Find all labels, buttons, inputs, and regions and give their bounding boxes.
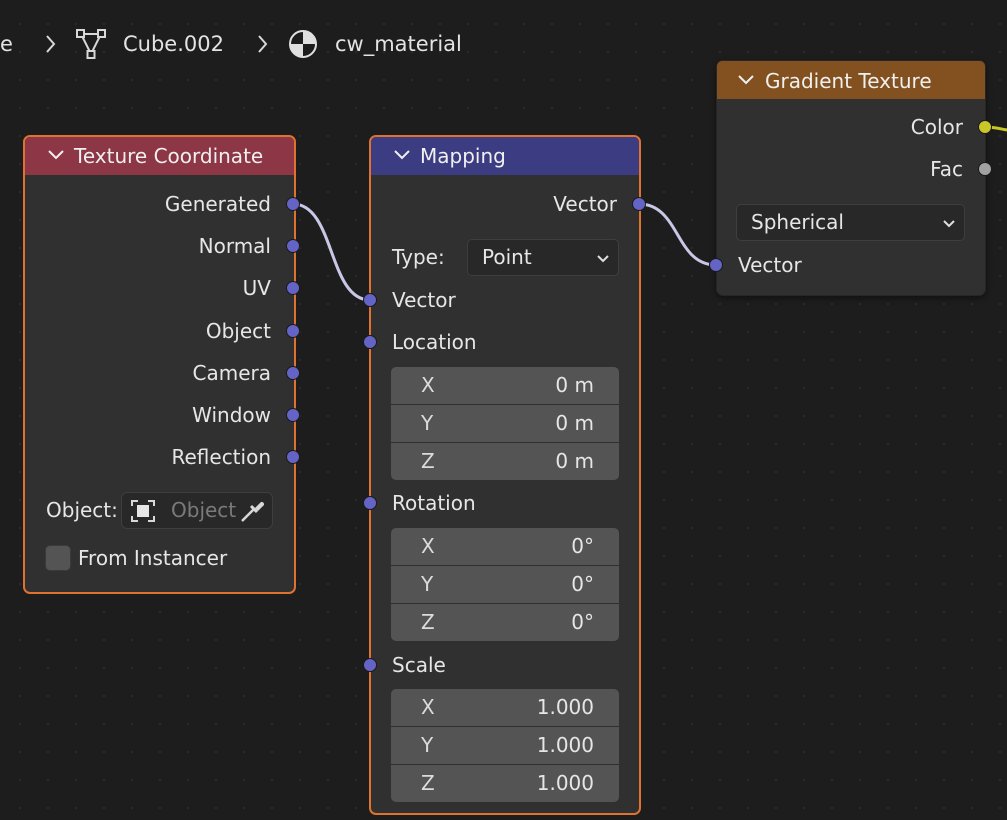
breadcrumb-object[interactable]: Cube.002 [123, 30, 224, 58]
rotation-label: Rotation [392, 491, 476, 515]
scale-z-value: 1.000 [536, 771, 594, 795]
breadcrumb-partial[interactable]: e [0, 30, 13, 58]
rotation-y-value: 0° [571, 572, 594, 596]
location-z-field[interactable]: Z 0 m [391, 442, 619, 480]
output-camera-label: Camera [192, 361, 272, 385]
output-generated-label: Generated [164, 192, 271, 216]
location-y-field[interactable]: Y 0 m [391, 404, 619, 442]
object-field[interactable]: Object [121, 492, 273, 529]
object-field-label: Object: [46, 498, 118, 522]
scale-label: Scale [392, 653, 446, 677]
axis-label: Y [421, 572, 434, 596]
rotation-y-field[interactable]: Y 0° [391, 565, 619, 603]
mapping-output-vector-socket[interactable] [632, 197, 646, 211]
gradient-input-vector-label: Vector [738, 253, 802, 277]
mapping-input-vector-label: Vector [392, 288, 456, 312]
rotation-x-field[interactable]: X 0° [391, 528, 619, 565]
mesh-object-icon [76, 29, 106, 59]
gradient-output-color-label: Color [910, 115, 963, 139]
node-title: Texture Coordinate [74, 144, 264, 168]
link-generated-to-vector [292, 202, 371, 302]
rotation-z-value: 0° [571, 610, 594, 634]
from-instancer-label: From Instancer [78, 546, 228, 570]
axis-label: Y [421, 411, 434, 435]
material-icon [289, 30, 317, 58]
socket-reflection[interactable] [286, 450, 300, 464]
scale-y-value: 1.000 [536, 733, 594, 757]
axis-label: X [421, 373, 435, 397]
scale-x-field[interactable]: X 1.000 [391, 689, 619, 726]
from-instancer-checkbox[interactable] [45, 545, 71, 571]
breadcrumb-material[interactable]: cw_material [335, 30, 462, 58]
socket-window[interactable] [286, 408, 300, 422]
object-box-icon [131, 500, 155, 522]
gradient-type-value: Spherical [751, 210, 844, 234]
eyedropper-icon[interactable] [238, 497, 266, 525]
location-y-value: 0 m [555, 411, 594, 435]
chevron-right-icon [258, 35, 268, 53]
axis-label: X [421, 695, 435, 719]
chevron-right-icon [46, 35, 56, 53]
axis-label: Y [421, 733, 434, 757]
output-uv-label: UV [242, 276, 271, 300]
location-z-value: 0 m [555, 449, 594, 473]
collapse-chevron-icon[interactable] [393, 149, 411, 161]
location-socket[interactable] [363, 335, 377, 349]
scale-z-field[interactable]: Z 1.000 [391, 764, 619, 802]
mapping-type-label: Type: [392, 245, 445, 269]
dropdown-chevron-icon [943, 220, 955, 228]
location-label: Location [392, 330, 477, 354]
scale-y-field[interactable]: Y 1.000 [391, 726, 619, 764]
mapping-input-vector-socket[interactable] [363, 293, 377, 307]
gradient-type-dropdown[interactable]: Spherical [736, 204, 965, 241]
rotation-x-value: 0° [571, 534, 594, 558]
socket-object[interactable] [286, 324, 300, 338]
mapping-type-value: Point [482, 245, 532, 269]
output-object-label: Object [205, 319, 271, 343]
output-normal-label: Normal [198, 234, 271, 258]
axis-label: Z [421, 449, 435, 473]
dropdown-chevron-icon [597, 255, 609, 263]
object-field-placeholder: Object [171, 498, 237, 522]
location-x-field[interactable]: X 0 m [391, 367, 619, 404]
rotation-socket[interactable] [363, 496, 377, 510]
location-fields: X 0 m Y 0 m Z 0 m [391, 367, 619, 480]
scale-x-value: 1.000 [536, 695, 594, 719]
rotation-fields: X 0° Y 0° Z 0° [391, 528, 619, 641]
location-x-value: 0 m [555, 373, 594, 397]
link-mapping-to-gradient [638, 202, 717, 267]
socket-generated[interactable] [286, 197, 300, 211]
collapse-chevron-icon[interactable] [47, 149, 65, 161]
node-title: Gradient Texture [765, 69, 932, 93]
axis-label: Z [421, 610, 435, 634]
scale-socket[interactable] [363, 658, 377, 672]
axis-label: X [421, 534, 435, 558]
gradient-output-color-socket[interactable] [978, 120, 992, 134]
mapping-output-vector-label: Vector [553, 192, 617, 216]
output-reflection-label: Reflection [171, 445, 271, 469]
rotation-z-field[interactable]: Z 0° [391, 603, 619, 641]
socket-uv[interactable] [286, 281, 300, 295]
gradient-output-fac-label: Fac [930, 157, 963, 181]
socket-normal[interactable] [286, 239, 300, 253]
scale-fields: X 1.000 Y 1.000 Z 1.000 [391, 689, 619, 802]
socket-camera[interactable] [286, 366, 300, 380]
output-window-label: Window [192, 403, 271, 427]
mapping-type-dropdown[interactable]: Point [467, 239, 619, 276]
gradient-input-vector-socket[interactable] [709, 258, 723, 272]
node-title: Mapping [420, 144, 506, 168]
gradient-output-fac-socket[interactable] [978, 162, 992, 176]
axis-label: Z [421, 771, 435, 795]
collapse-chevron-icon[interactable] [737, 74, 755, 86]
